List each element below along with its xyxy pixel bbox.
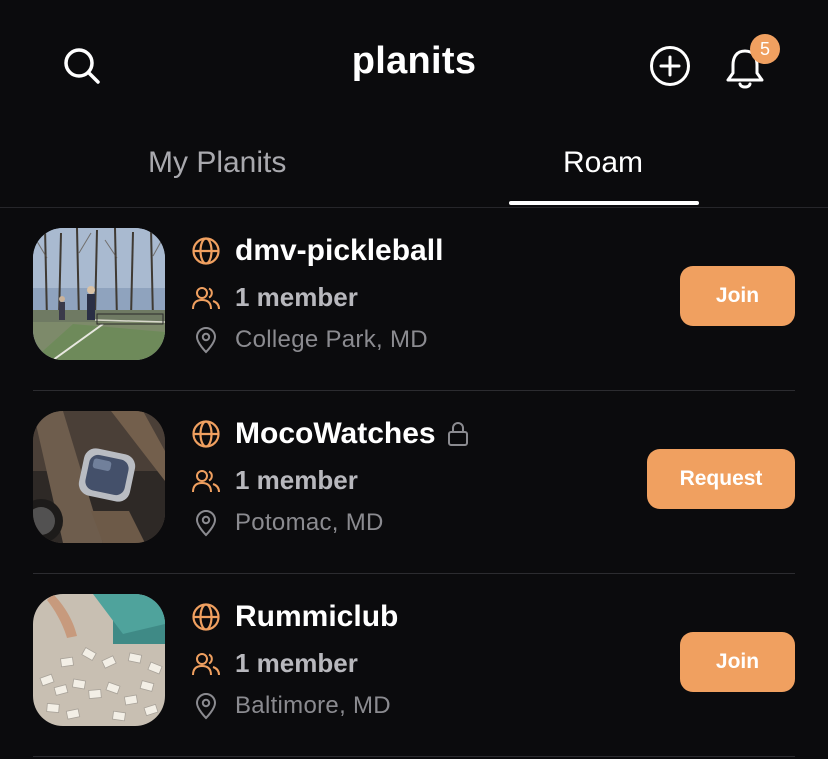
people-icon — [191, 649, 221, 679]
list-item[interactable]: dmv-pickleball 1 member College Park, MD… — [33, 208, 795, 391]
group-thumbnail-watch — [33, 411, 165, 543]
join-button[interactable]: Join — [680, 266, 795, 326]
member-count: 1 member — [235, 282, 358, 312]
notifications-button[interactable]: 5 — [720, 34, 780, 94]
globe-icon — [191, 419, 221, 449]
notification-badge: 5 — [750, 34, 780, 64]
group-thumbnail-rummikub — [33, 594, 165, 726]
group-name: dmv-pickleball — [235, 234, 444, 267]
lock-icon — [446, 421, 470, 447]
active-tab-indicator — [509, 201, 699, 205]
row-divider — [33, 756, 795, 757]
group-name-line: dmv-pickleball — [191, 234, 443, 268]
group-name: MocoWatches — [235, 417, 436, 450]
create-planit-button[interactable] — [644, 40, 696, 92]
tab-my-planits[interactable]: My Planits — [148, 146, 286, 180]
request-button[interactable]: Request — [647, 449, 795, 509]
globe-icon — [191, 602, 221, 632]
globe-icon — [191, 236, 221, 266]
location-line: Potomac, MD — [191, 508, 384, 538]
group-location: College Park, MD — [235, 326, 428, 353]
location-line: College Park, MD — [191, 325, 428, 355]
map-pin-icon — [191, 691, 221, 721]
map-pin-icon — [191, 508, 221, 538]
group-thumbnail-pickleball — [33, 228, 165, 360]
group-name-line: MocoWatches — [191, 417, 470, 451]
member-count-line: 1 member — [191, 282, 358, 313]
group-location: Potomac, MD — [235, 509, 384, 536]
member-count: 1 member — [235, 648, 358, 678]
map-pin-icon — [191, 325, 221, 355]
group-name-line: Rummiclub — [191, 600, 398, 634]
group-location: Baltimore, MD — [235, 692, 391, 719]
join-button[interactable]: Join — [680, 632, 795, 692]
list-item[interactable]: MocoWatches 1 member Potomac, MD Request — [33, 391, 795, 574]
list-item[interactable]: Rummiclub 1 member Baltimore, MD Join — [33, 574, 795, 757]
tab-bar: My Planits Roam — [0, 130, 828, 208]
app-header: planits 5 — [0, 0, 828, 130]
location-line: Baltimore, MD — [191, 691, 391, 721]
people-icon — [191, 283, 221, 313]
member-count-line: 1 member — [191, 465, 358, 496]
tab-roam[interactable]: Roam — [563, 146, 643, 180]
people-icon — [191, 466, 221, 496]
member-count: 1 member — [235, 465, 358, 495]
plus-circle-icon — [650, 46, 690, 86]
group-name: Rummiclub — [235, 600, 399, 633]
member-count-line: 1 member — [191, 648, 358, 679]
app-title: planits — [351, 40, 477, 82]
